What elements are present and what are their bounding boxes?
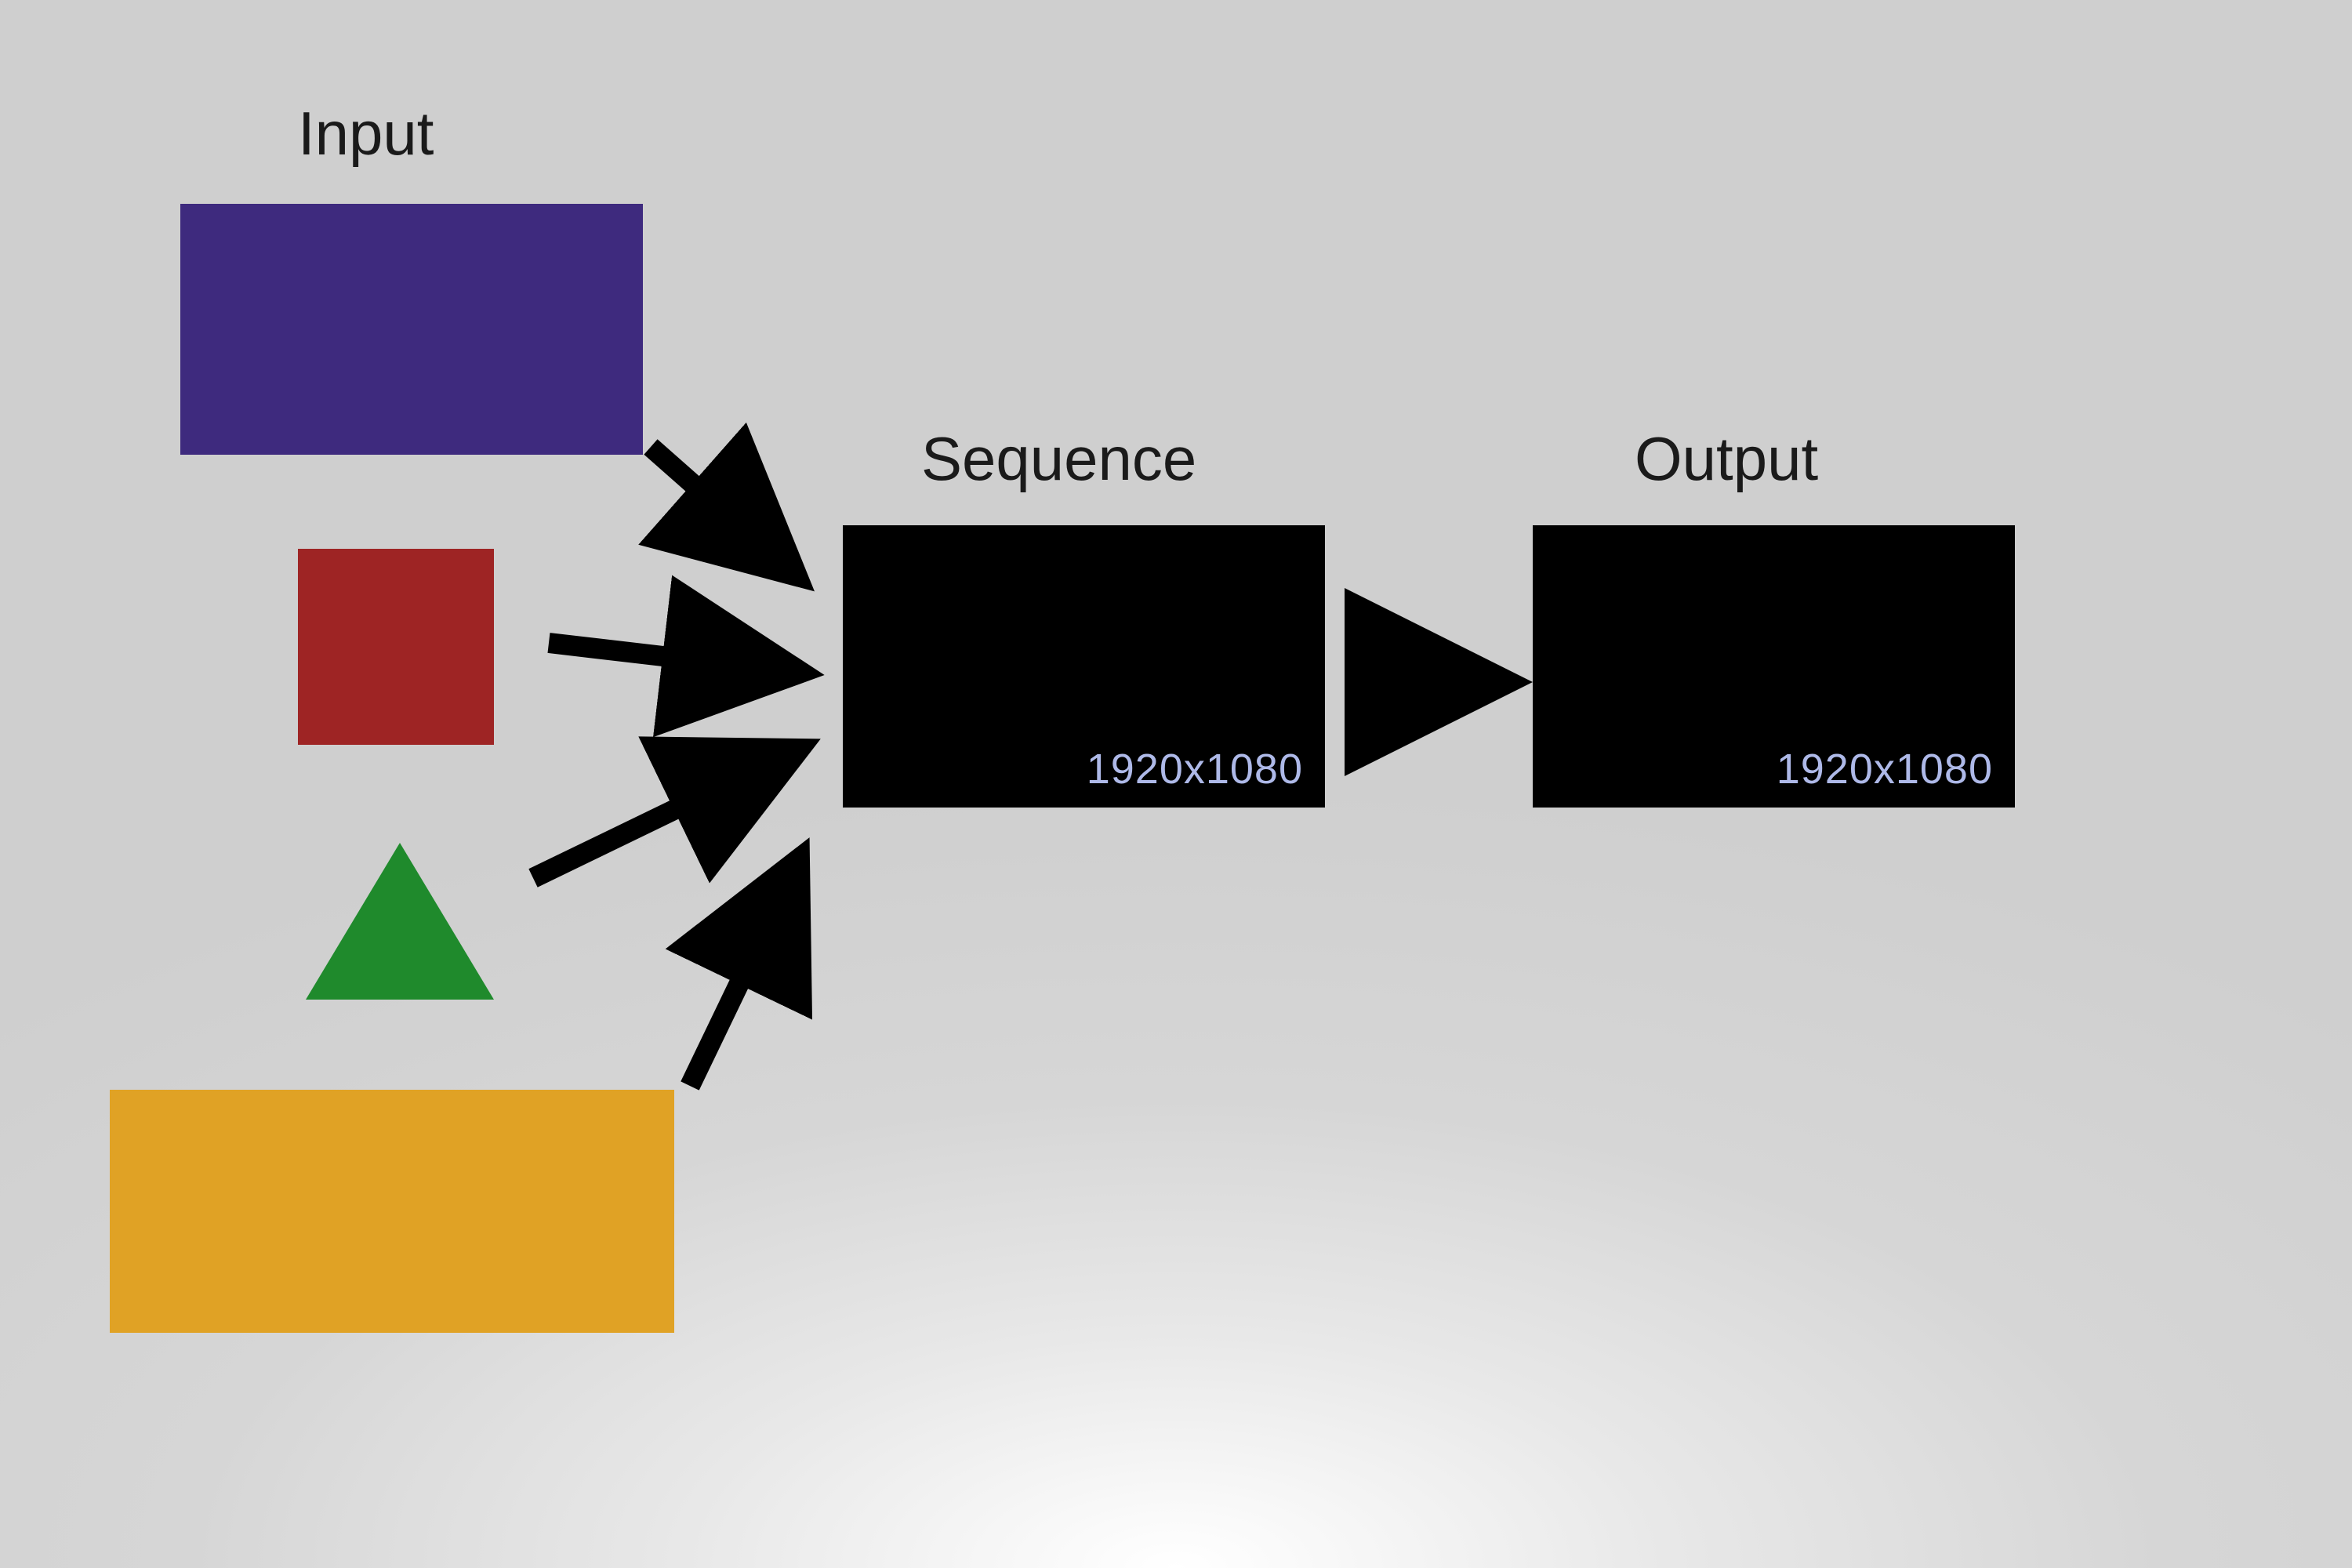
arrow-red-to-sequence — [549, 643, 784, 670]
arrow-yellow-to-sequence — [690, 874, 792, 1086]
arrow-green-to-sequence — [533, 757, 784, 878]
arrow-purple-to-sequence — [651, 447, 784, 564]
arrows-layer — [0, 0, 2352, 1568]
